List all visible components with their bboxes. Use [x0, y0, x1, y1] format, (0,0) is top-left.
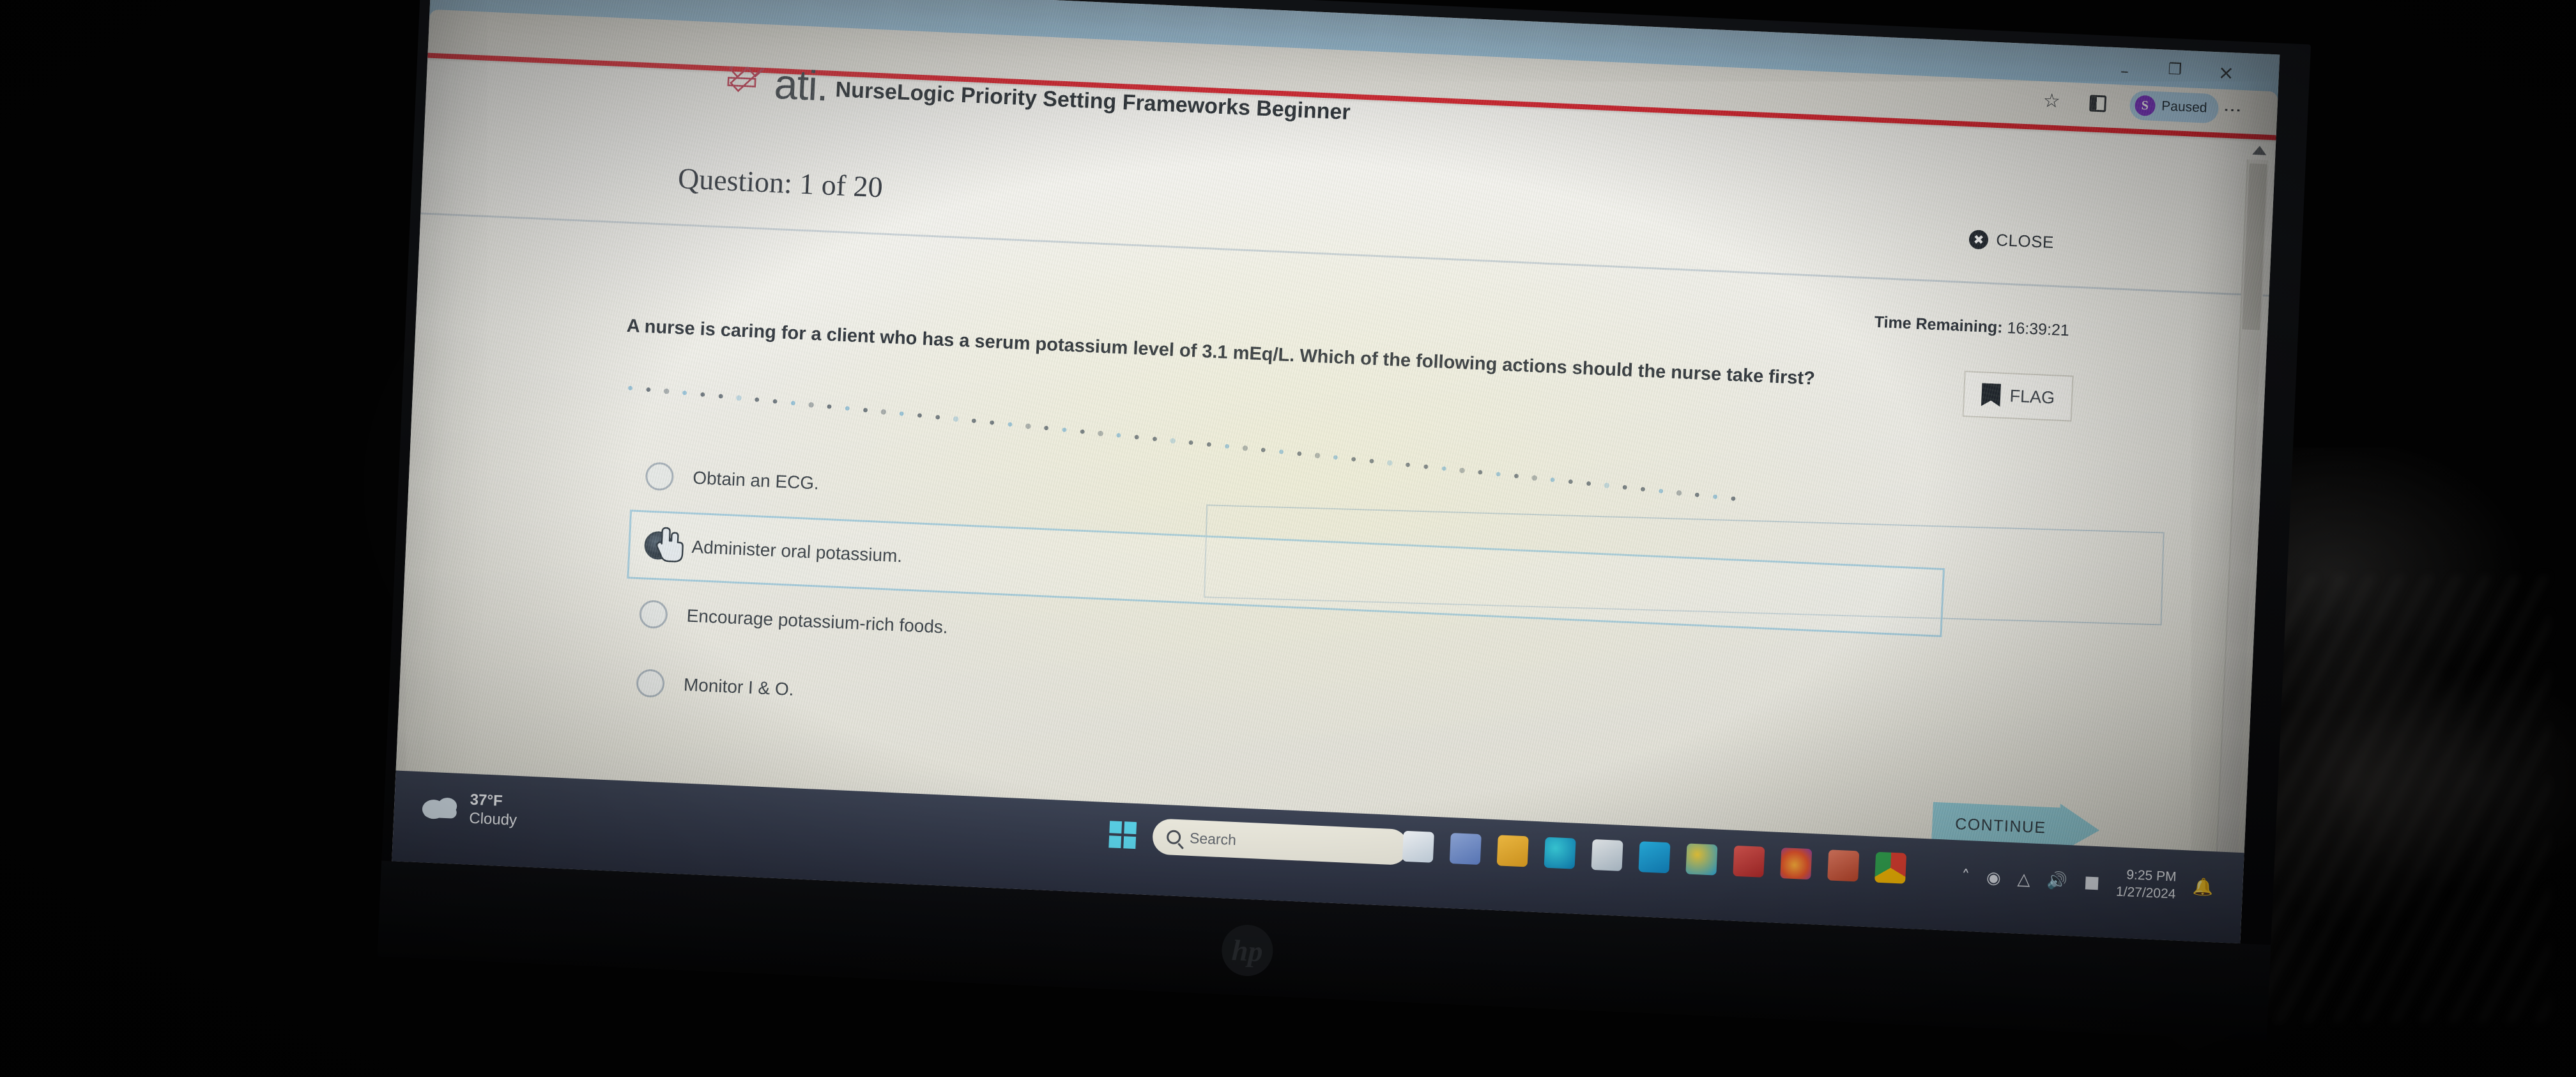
bookmark-star-icon[interactable]: ☆: [2043, 89, 2060, 112]
close-button[interactable]: ✖ CLOSE: [1968, 229, 2055, 252]
close-button-label: CLOSE: [1995, 230, 2055, 252]
taskbar-center: Search: [1108, 816, 1409, 866]
time-remaining-value: 16:39:21: [2006, 318, 2070, 340]
chrome-icon[interactable]: [1874, 851, 1907, 884]
browser-menu-icon[interactable]: ⋮: [2222, 101, 2244, 120]
firefox-icon[interactable]: [1780, 848, 1813, 880]
taskbar-app-icons: [1402, 830, 1907, 884]
hp-logo: hp: [1220, 924, 1275, 977]
window-minimize-button[interactable]: –: [2120, 61, 2129, 81]
tray-chevron-up-icon[interactable]: ˄: [1961, 867, 1970, 887]
browser-profile-chip[interactable]: S Paused: [2129, 90, 2220, 124]
window-maximize-button[interactable]: ❐: [2168, 60, 2182, 79]
health-app-icon[interactable]: [1638, 841, 1671, 874]
clock-time: 9:25 PM: [2126, 867, 2177, 885]
weather-text: 37°F Cloudy: [469, 791, 518, 830]
taskbar-search-input[interactable]: Search: [1151, 818, 1409, 866]
time-remaining: Time Remaining: 16:39:21: [1874, 313, 2069, 341]
volume-icon[interactable]: 🔊: [2046, 871, 2068, 890]
sidebar-panel-icon[interactable]: [2089, 95, 2107, 112]
messaging-icon[interactable]: [1685, 843, 1718, 876]
taskbar-clock[interactable]: 9:25 PM 1/27/2024: [2115, 866, 2177, 903]
cloud-icon: [422, 796, 459, 820]
file-explorer-icon[interactable]: [1402, 830, 1434, 863]
photo-of-laptop-screen: – ❐ × ☆ S Paused ⋮ ati. NurseLogic Prior…: [0, 0, 2576, 1077]
time-remaining-label: Time Remaining:: [1874, 313, 2004, 337]
profile-status-label: Paused: [2161, 98, 2207, 116]
scroll-up-arrow[interactable]: [2252, 145, 2267, 155]
powerpoint-icon[interactable]: [1827, 849, 1860, 882]
widgets-icon[interactable]: [1449, 833, 1482, 865]
answer-option-label: Administer oral potassium.: [691, 536, 903, 566]
answer-options-list: Obtain an ECG. Administer oral potassium.…: [621, 440, 2037, 779]
weather-condition: Cloudy: [468, 809, 518, 830]
antivirus-shield-icon[interactable]: [1733, 845, 1765, 878]
folder-icon[interactable]: [1496, 835, 1529, 867]
laptop-screen: – ❐ × ☆ S Paused ⋮ ati. NurseLogic Prior…: [392, 0, 2280, 944]
continue-button-label: CONTINUE: [1954, 814, 2047, 837]
system-tray: ˄ ◉ △ 🔊 ■ 9:25 PM 1/27/2024 🔔: [1961, 860, 2214, 905]
close-icon: ✖: [1968, 229, 1989, 250]
search-icon: [1166, 830, 1181, 845]
window-close-button[interactable]: ×: [2218, 61, 2235, 84]
notification-bell-icon[interactable]: 🔔: [2192, 878, 2214, 897]
radio-button[interactable]: [636, 669, 665, 699]
edge-browser-icon[interactable]: [1544, 837, 1576, 869]
radio-button[interactable]: [643, 531, 673, 561]
tray-app-icon[interactable]: ◉: [1986, 868, 2001, 888]
header-divider: [420, 212, 2269, 297]
wifi-icon[interactable]: △: [2017, 869, 2030, 889]
start-button-icon[interactable]: [1108, 821, 1137, 849]
radio-button[interactable]: [645, 461, 675, 492]
answer-option-label: Encourage potassium-rich foods.: [686, 605, 949, 637]
question-counter: Question: 1 of 20: [677, 162, 884, 204]
answer-option-label: Monitor I & O.: [683, 674, 795, 700]
question-text: A nurse is caring for a client who has a…: [626, 315, 1816, 389]
radio-button[interactable]: [638, 600, 668, 630]
weather-temperature: 37°F: [470, 791, 503, 810]
search-placeholder: Search: [1189, 829, 1237, 848]
store-icon[interactable]: [1591, 839, 1623, 871]
battery-icon[interactable]: ■: [2083, 872, 2100, 892]
taskbar-weather-widget[interactable]: 37°F Cloudy: [422, 788, 518, 830]
laptop-device: – ❐ × ☆ S Paused ⋮ ati. NurseLogic Prior…: [377, 0, 2312, 1041]
answer-option-label: Obtain an ECG.: [692, 467, 820, 493]
avatar: S: [2134, 95, 2156, 116]
clock-date: 1/27/2024: [2115, 884, 2176, 902]
